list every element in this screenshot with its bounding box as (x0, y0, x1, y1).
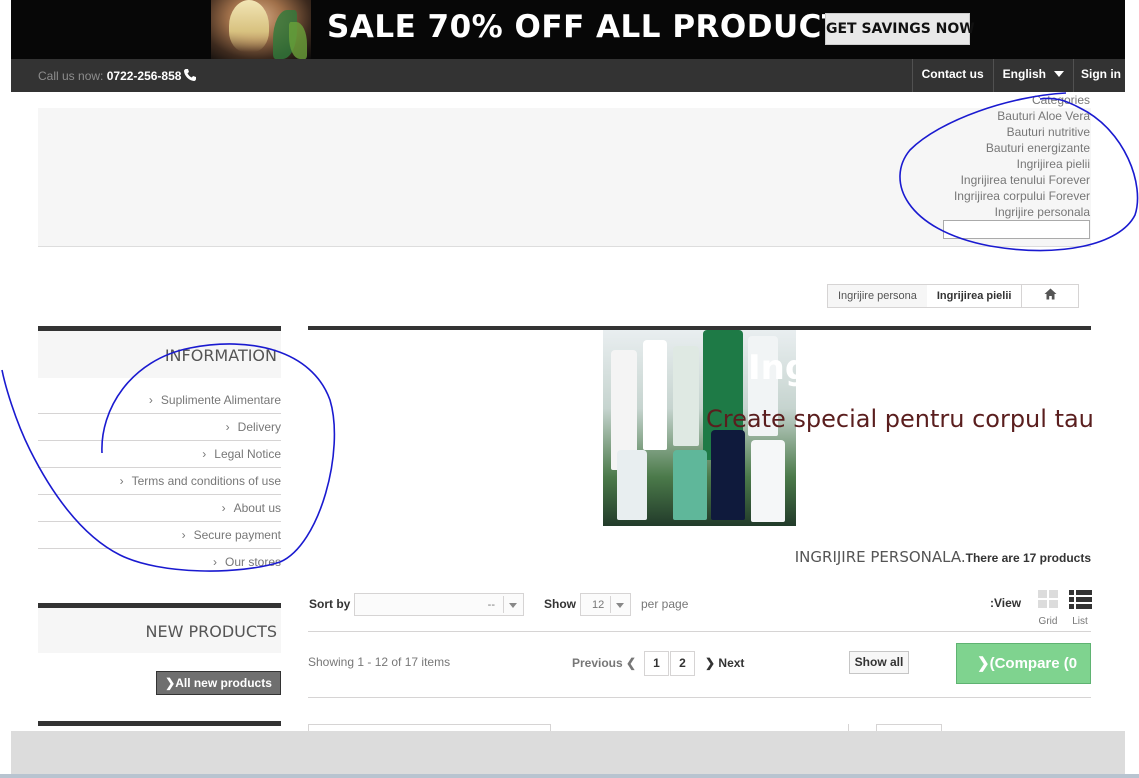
chevron-right-icon: › (119, 474, 124, 488)
info-link-label: Secure payment (193, 528, 281, 542)
new-products-title: NEW PRODUCTS (38, 603, 281, 653)
information-links: › Suplimente Alimentare › Delivery › Legal … (38, 387, 281, 576)
info-link-label: About us (233, 501, 281, 515)
chevron-right-icon: ❯ (165, 676, 176, 690)
compare-button[interactable]: ❯(Compare (0 (956, 643, 1091, 684)
phone-number[interactable]: 0722-256-858 (107, 69, 182, 83)
list-icon (1068, 590, 1092, 609)
chevron-right-icon: › (225, 420, 230, 434)
previous-page-button[interactable]: Previous ❮ (572, 656, 636, 670)
compare-label: (Compare (0 (989, 655, 1078, 672)
info-link-label: Terms and conditions of use (131, 474, 281, 488)
category-item[interactable]: Bauturi Aloe Vera (954, 108, 1090, 124)
next-label: Next (718, 656, 745, 670)
info-link-label: Legal Notice (214, 447, 281, 461)
view-label: :View (990, 596, 1022, 610)
list-label: List (1072, 616, 1088, 627)
bottom-bar (11, 731, 1125, 774)
show-all-button[interactable]: Show all (849, 651, 909, 674)
call-us-label: Call us now: (38, 69, 104, 83)
page-1-button[interactable]: 1 (644, 651, 669, 676)
categories-heading[interactable]: Categories (954, 92, 1090, 108)
info-link[interactable]: › About us (38, 495, 281, 522)
items-per-page-select[interactable]: 12 (580, 593, 631, 616)
chevron-right-icon: › (221, 501, 226, 515)
phone-icon (184, 69, 197, 81)
per-page-label: per page (641, 597, 689, 611)
contact-us-link[interactable]: Contact us (911, 59, 993, 92)
show-label: Show (544, 597, 576, 611)
sort-select[interactable]: -- (354, 593, 524, 616)
promo-banner[interactable]: SALE 70% OFF ALL PRODUCTS GET SAVINGS NO… (11, 0, 1125, 59)
user-nav: Contact us English Sign in (911, 59, 1125, 92)
chevron-right-icon: › (181, 528, 186, 542)
chevron-down-icon (1054, 71, 1064, 77)
breadcrumb-home[interactable] (1021, 285, 1079, 307)
call-us: Call us now: 0722-256-858 (38, 68, 197, 83)
all-new-products-label: All new products (175, 676, 272, 690)
category-name: INGRIJIRE PERSONALA. (794, 548, 966, 566)
sort-bar: Sort by -- Show 12 per page :View Grid L… (308, 590, 1092, 632)
previous-label: Previous (572, 656, 623, 670)
items-per-page-value: 12 (592, 599, 605, 611)
category-title-row: INGRIJIRE PERSONALA.There are 17 product… (795, 548, 1091, 567)
banner-model-image (211, 0, 311, 59)
showing-count: Showing 1 - 12 of 17 items (308, 655, 451, 669)
category-item[interactable]: Ingrijirea corpului Forever (954, 188, 1090, 204)
grid-icon (1038, 590, 1058, 608)
list-view-toggle[interactable]: List (1068, 590, 1092, 627)
chevron-right-icon: › (212, 555, 217, 569)
breadcrumb-current: Ingrijirea pielii (926, 285, 1022, 307)
info-link[interactable]: › Terms and conditions of use (38, 468, 281, 495)
sign-in-link[interactable]: Sign in (1073, 59, 1125, 92)
category-item[interactable]: Ingrijirea pielii (954, 156, 1090, 172)
info-link-label: Our stores (224, 555, 281, 569)
chevron-down-icon (503, 596, 521, 613)
information-title: INFORMATION (38, 326, 281, 378)
all-new-products-button[interactable]: ❯All new products (156, 671, 281, 695)
get-savings-button[interactable]: GET SAVINGS NOW (825, 13, 975, 45)
top-nav-bar: Call us now: 0722-256-858 Contact us Eng… (11, 59, 1125, 92)
info-link[interactable]: › Delivery (38, 414, 281, 441)
category-heading: Ing (748, 348, 810, 388)
category-item[interactable]: Ingrijire personala (954, 204, 1090, 220)
chevron-right-icon: ❯ (977, 655, 990, 672)
sort-by-label: Sort by (309, 597, 351, 611)
category-item[interactable]: Bauturi nutritive (954, 124, 1090, 140)
sort-select-value: -- (487, 599, 495, 611)
breadcrumb: Ingrijire persona Ingrijirea pielii (827, 284, 1080, 308)
grid-label: Grid (1038, 616, 1058, 627)
next-page-button[interactable]: ❯ Next (705, 656, 744, 670)
chevron-left-icon: ❮ (626, 656, 637, 670)
breadcrumb-item[interactable]: Ingrijire persona (828, 285, 927, 307)
grid-view-toggle[interactable]: Grid (1038, 590, 1058, 627)
info-link-label: Delivery (237, 420, 281, 434)
category-item[interactable]: Bauturi energizante (954, 140, 1090, 156)
language-label: English (1002, 67, 1046, 81)
taskbar-strip (0, 774, 1139, 778)
info-link-label: Suplimente Alimentare (160, 393, 281, 407)
category-search-input[interactable] (943, 220, 1090, 239)
chevron-right-icon: › (202, 447, 207, 461)
info-link[interactable]: › Suplimente Alimentare (38, 387, 281, 414)
info-link[interactable]: › Our stores (38, 549, 281, 576)
banner-headline: SALE 70% OFF ALL PRODUCTS (327, 9, 867, 45)
pagination-row: Showing 1 - 12 of 17 items Previous ❮ 1 … (308, 633, 1091, 698)
category-item[interactable]: Ingrijirea tenului Forever (954, 172, 1090, 188)
chevron-right-icon: ❯ (705, 656, 716, 670)
categories-menu: Categories Bauturi Aloe Vera Bauturi nut… (954, 92, 1090, 220)
chevron-down-icon (610, 596, 628, 613)
info-link[interactable]: › Secure payment (38, 522, 281, 549)
header-area (38, 108, 1091, 247)
home-icon (1044, 288, 1057, 300)
page-2-button[interactable]: 2 (670, 651, 695, 676)
language-selector[interactable]: English (992, 59, 1073, 92)
category-description: Create special pentru corpul tau (706, 405, 1094, 433)
info-link[interactable]: › Legal Notice (38, 441, 281, 468)
left-block-divider (38, 721, 281, 726)
chevron-right-icon: › (148, 393, 153, 407)
product-count: There are 17 products (965, 551, 1091, 565)
